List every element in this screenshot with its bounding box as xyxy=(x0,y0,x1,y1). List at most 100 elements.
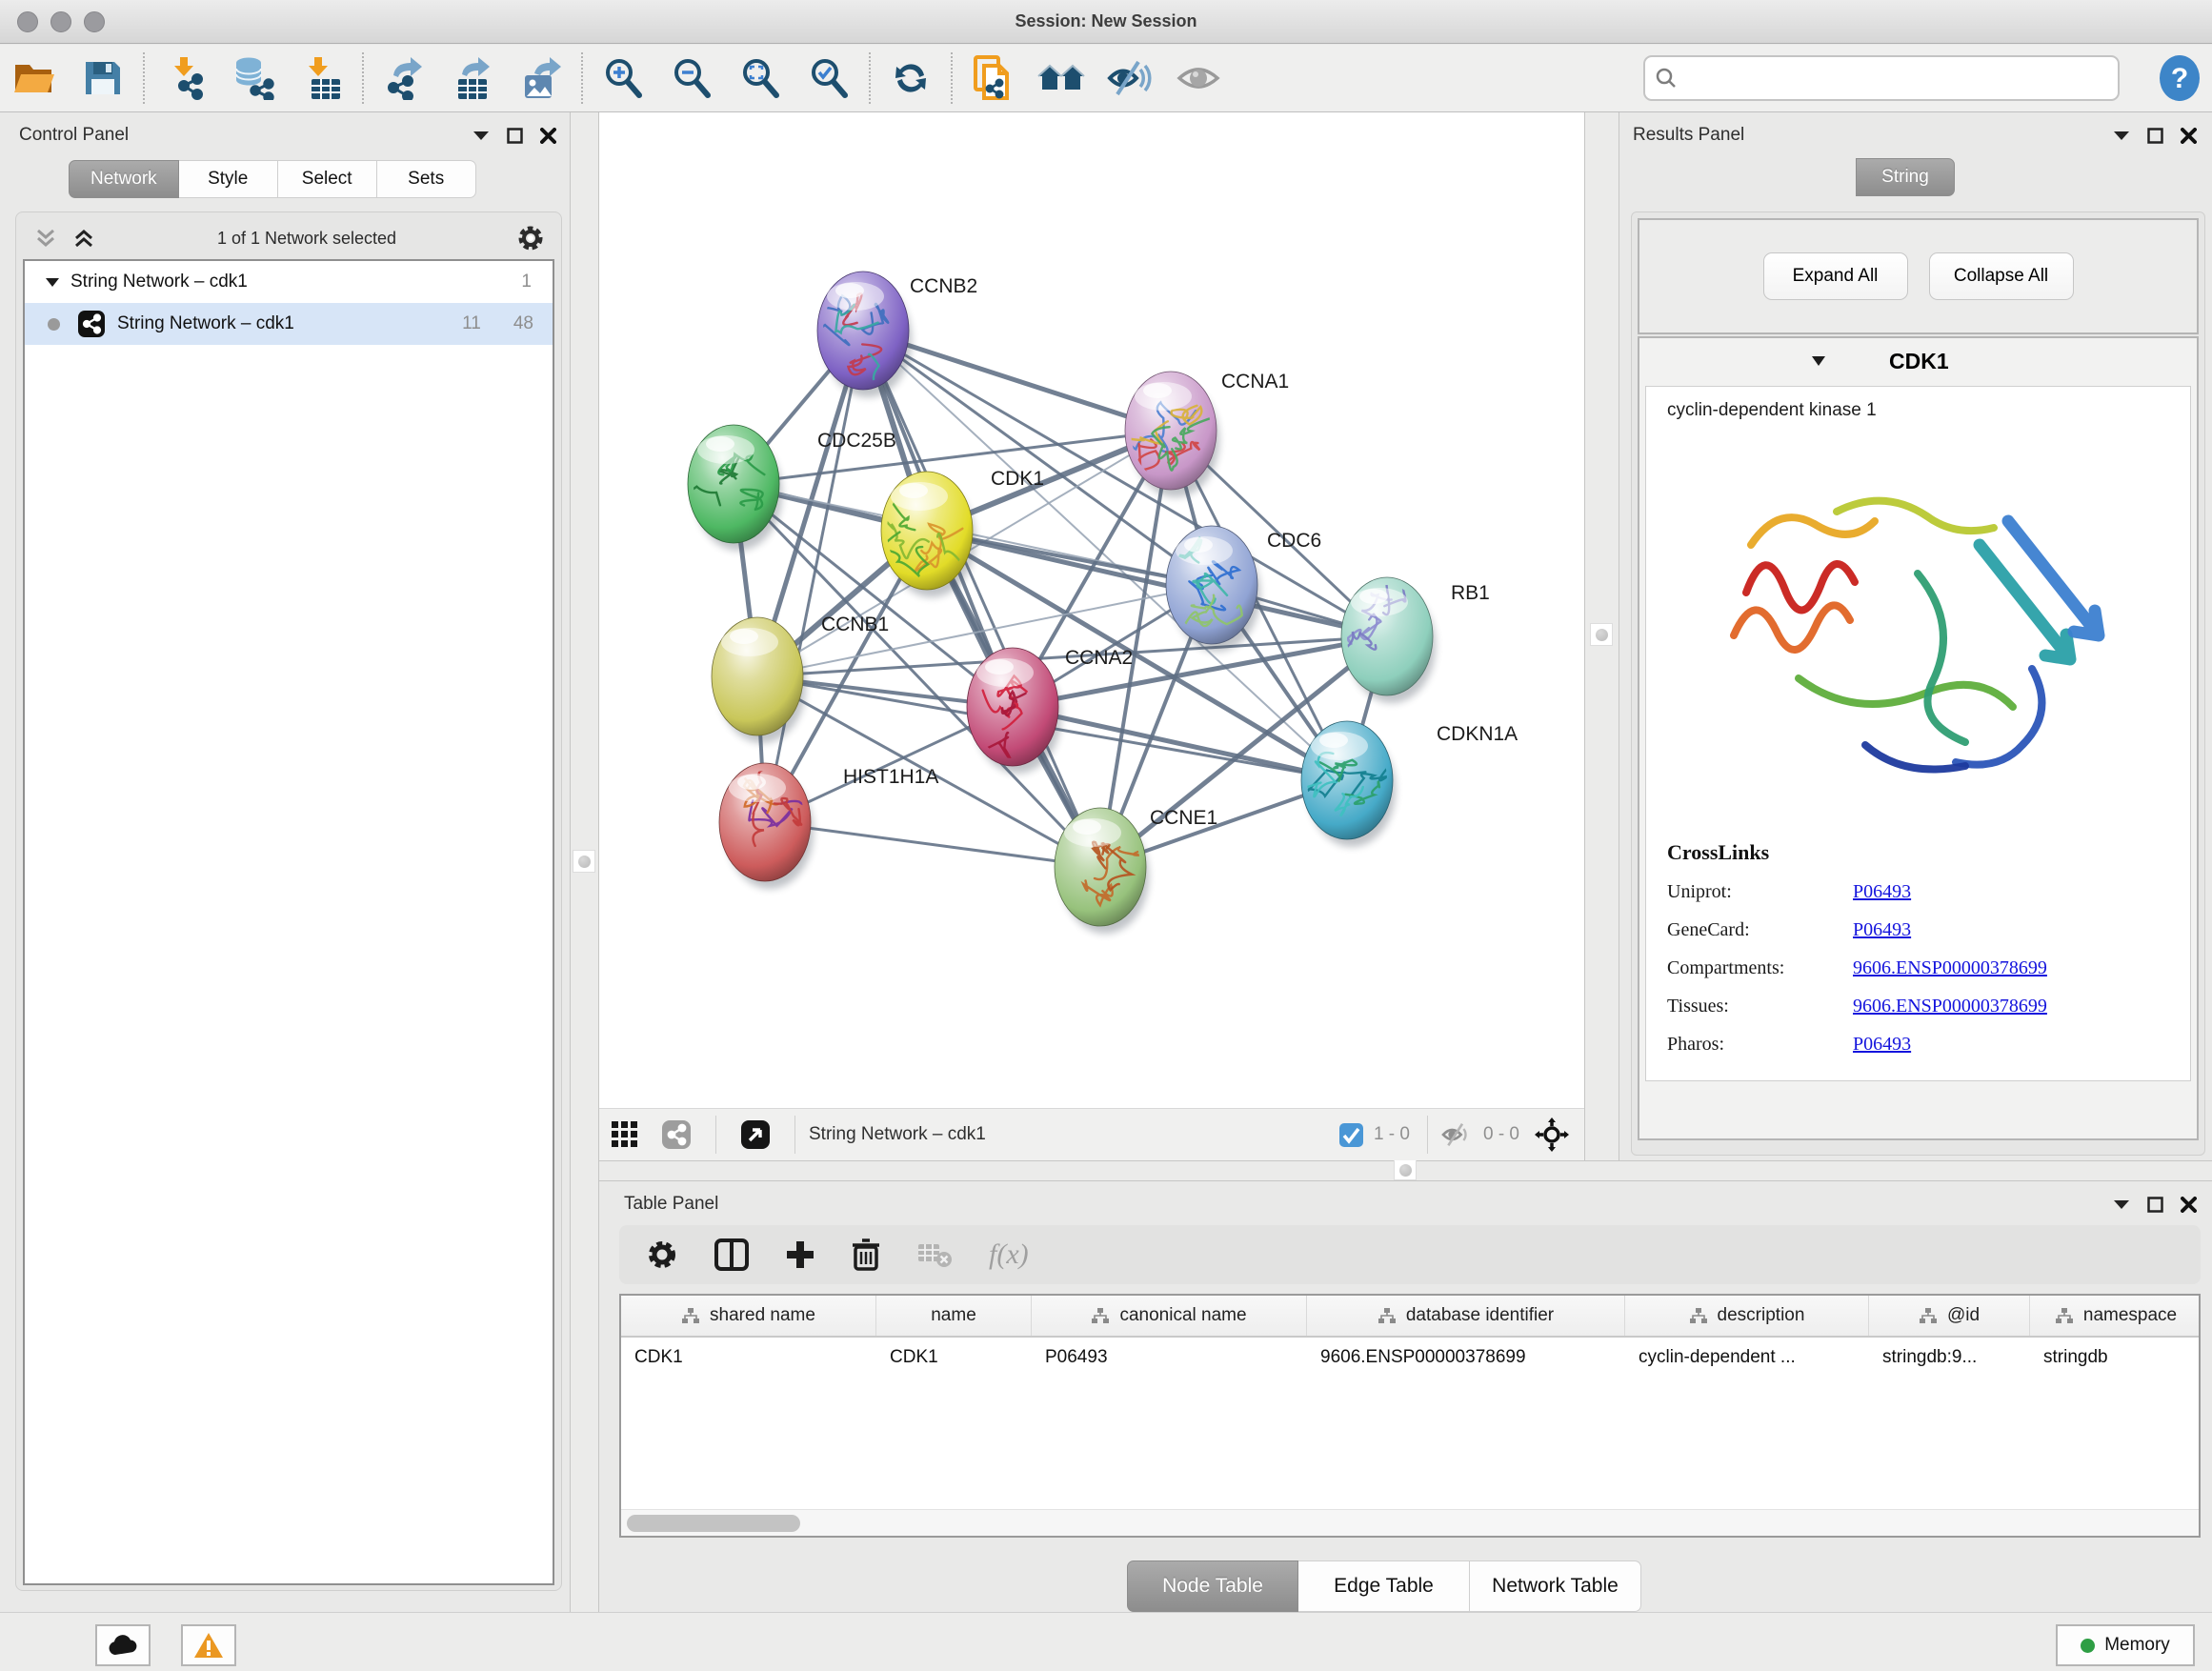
open-session-button[interactable] xyxy=(0,50,69,106)
import-table-button[interactable] xyxy=(288,50,356,106)
left-splitter-handle[interactable] xyxy=(573,850,595,873)
zoom-in-button[interactable] xyxy=(589,50,657,106)
export-table-button[interactable] xyxy=(438,50,507,106)
show-grid-button[interactable] xyxy=(599,1107,651,1162)
panel-menu-icon[interactable] xyxy=(2113,1198,2130,1210)
panel-float-icon[interactable] xyxy=(2147,128,2163,144)
export-image-button[interactable] xyxy=(507,50,575,106)
crosslink-link[interactable]: P06493 xyxy=(1853,919,1911,941)
table-cell[interactable]: cyclin-dependent ... xyxy=(1625,1338,1869,1378)
help-button[interactable]: ? xyxy=(2155,53,2204,103)
edge-HIST1H1A-CCNE1[interactable] xyxy=(765,822,1100,867)
birdseye-view-button[interactable] xyxy=(730,1107,781,1162)
network-row[interactable]: String Network – cdk1 11 48 xyxy=(25,303,553,345)
tab-style[interactable]: Style xyxy=(179,160,278,198)
zoom-fit-button[interactable] xyxy=(726,50,794,106)
table-cell[interactable]: P06493 xyxy=(1032,1338,1307,1378)
network-canvas[interactable]: CCNB2CCNA1CDC25BCDK1CDC6RB1CCNB1CCNA2CDK… xyxy=(599,112,1584,1108)
delete-trash-icon[interactable] xyxy=(852,1238,880,1271)
tab-sets[interactable]: Sets xyxy=(377,160,476,198)
column-header-canonical-name[interactable]: canonical name xyxy=(1032,1296,1307,1336)
crosslink-link[interactable]: P06493 xyxy=(1853,881,1911,903)
search-input[interactable] xyxy=(1685,69,2095,89)
hide-selected-button[interactable] xyxy=(1096,50,1164,106)
selected-checkbox-icon[interactable] xyxy=(1338,1122,1364,1148)
node-CCNA2[interactable]: CCNA2 xyxy=(967,647,1133,774)
window-close-button[interactable] xyxy=(17,11,38,32)
cloud-button[interactable] xyxy=(95,1624,151,1666)
table-hscrollbar[interactable] xyxy=(621,1509,2199,1536)
protein-section-header[interactable]: CDK1 xyxy=(1639,338,2197,384)
node-CCNE1[interactable]: CCNE1 xyxy=(1055,807,1217,934)
table-settings-gear-icon[interactable] xyxy=(646,1238,678,1271)
collapse-all-button[interactable]: Collapse All xyxy=(1929,252,2074,300)
expand-all-button[interactable]: Expand All xyxy=(1763,252,1908,300)
bottom-splitter-handle[interactable] xyxy=(1394,1159,1417,1180)
panel-close-icon[interactable] xyxy=(2181,128,2197,144)
network-badge-button[interactable] xyxy=(651,1107,702,1162)
tab-node-table[interactable]: Node Table xyxy=(1127,1560,1298,1612)
panel-menu-icon[interactable] xyxy=(2113,130,2130,141)
network-graph[interactable]: CCNB2CCNA1CDC25BCDK1CDC6RB1CCNB1CCNA2CDK… xyxy=(599,112,1584,1108)
import-network-file-button[interactable] xyxy=(151,50,219,106)
table-cell[interactable]: CDK1 xyxy=(621,1338,876,1378)
expand-all-icon[interactable] xyxy=(72,228,97,249)
node-RB1[interactable]: RB1 xyxy=(1327,577,1490,703)
apply-layout-button[interactable] xyxy=(876,50,945,106)
column-header--id[interactable]: @id xyxy=(1869,1296,2030,1336)
node-CDC25B[interactable]: CDC25B xyxy=(676,425,896,551)
export-network-button[interactable] xyxy=(370,50,438,106)
memory-button[interactable]: Memory xyxy=(2056,1624,2195,1666)
right-splitter-handle[interactable] xyxy=(1590,623,1613,646)
section-collapse-icon[interactable] xyxy=(1811,355,1826,367)
node-CDK1[interactable]: CDK1 xyxy=(880,468,1044,597)
tab-edge-table[interactable]: Edge Table xyxy=(1298,1560,1470,1612)
panel-float-icon[interactable] xyxy=(507,128,523,144)
save-session-button[interactable] xyxy=(69,50,137,106)
table-cell[interactable]: stringdb:9... xyxy=(1869,1338,2030,1378)
show-columns-icon[interactable] xyxy=(714,1238,749,1271)
tab-network[interactable]: Network xyxy=(69,160,179,198)
tab-network-table[interactable]: Network Table xyxy=(1470,1560,1641,1612)
node-CDKN1A[interactable]: CDKN1A xyxy=(1297,721,1518,847)
gear-icon[interactable] xyxy=(516,224,545,252)
window-minimize-button[interactable] xyxy=(50,11,71,32)
clone-network-button[interactable] xyxy=(958,50,1027,106)
table-cell[interactable]: 9606.ENSP00000378699 xyxy=(1307,1338,1625,1378)
hscroll-thumb[interactable] xyxy=(627,1515,800,1532)
add-column-plus-icon[interactable] xyxy=(785,1239,815,1270)
show-all-button[interactable] xyxy=(1164,50,1233,106)
column-header-database-identifier[interactable]: database identifier xyxy=(1307,1296,1625,1336)
column-header-shared-name[interactable]: shared name xyxy=(621,1296,876,1336)
table-cell[interactable]: CDK1 xyxy=(876,1338,1032,1378)
window-zoom-button[interactable] xyxy=(84,11,105,32)
panel-close-icon[interactable] xyxy=(2181,1197,2197,1213)
network-collection-row[interactable]: String Network – cdk1 1 xyxy=(25,261,553,303)
import-network-database-button[interactable] xyxy=(219,50,288,106)
pan-target-icon[interactable] xyxy=(1535,1117,1569,1152)
tab-string[interactable]: String xyxy=(1856,158,1955,196)
node-CCNB1[interactable]: CCNB1 xyxy=(712,614,889,743)
crosslink-link[interactable]: P06493 xyxy=(1853,1034,1911,1056)
warnings-button[interactable] xyxy=(181,1624,236,1666)
tab-select[interactable]: Select xyxy=(278,160,377,198)
table-cell[interactable]: stringdb xyxy=(2030,1338,2201,1378)
table-row[interactable]: CDK1CDK1P064939606.ENSP00000378699cyclin… xyxy=(621,1338,2199,1378)
zoom-out-button[interactable] xyxy=(657,50,726,106)
tree-expand-icon[interactable] xyxy=(46,277,59,288)
crosslink-link[interactable]: 9606.ENSP00000378699 xyxy=(1853,996,2047,1017)
edge-CCNA2-CDKN1A[interactable] xyxy=(1013,707,1347,780)
node-HIST1H1A[interactable]: HIST1H1A xyxy=(719,763,938,889)
column-header-name[interactable]: name xyxy=(876,1296,1032,1336)
panel-close-icon[interactable] xyxy=(540,128,556,144)
column-header-namespace[interactable]: namespace xyxy=(2030,1296,2201,1336)
node-CDC6[interactable]: CDC6 xyxy=(1166,526,1321,652)
panel-menu-icon[interactable] xyxy=(473,130,490,141)
zoom-selected-button[interactable] xyxy=(794,50,863,106)
node-CCNA1[interactable]: CCNA1 xyxy=(1093,371,1290,497)
crosslink-link[interactable]: 9606.ENSP00000378699 xyxy=(1853,957,2047,979)
column-header-description[interactable]: description xyxy=(1625,1296,1869,1336)
string-home-button[interactable] xyxy=(1027,50,1096,106)
collapse-all-icon[interactable] xyxy=(34,228,59,249)
panel-float-icon[interactable] xyxy=(2147,1197,2163,1213)
